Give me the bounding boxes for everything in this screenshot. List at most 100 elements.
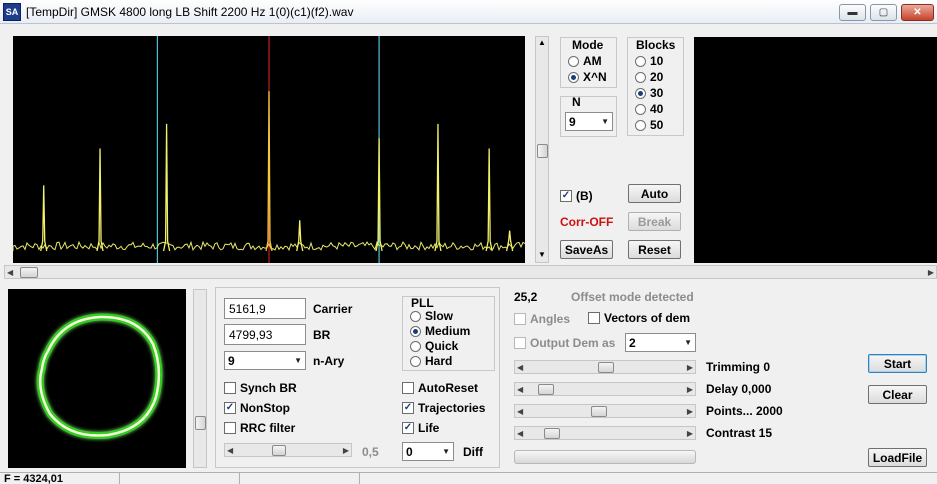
checkbox-checked-icon[interactable]: ✓ [402, 402, 414, 414]
radio-icon[interactable] [410, 355, 421, 367]
minimize-button[interactable]: ▬ [839, 4, 866, 21]
auxiliary-display[interactable] [694, 37, 937, 263]
radio-icon[interactable] [568, 55, 579, 67]
spectrum-scroll-thumb[interactable] [537, 144, 548, 158]
radio-icon[interactable] [635, 103, 646, 115]
pll-option-slow[interactable]: Slow [410, 309, 453, 323]
clear-button[interactable]: Clear [868, 385, 927, 404]
saveas-button[interactable]: SaveAs [560, 240, 613, 259]
contrast-slider[interactable]: ◀ ▶ [514, 426, 696, 440]
scroll-left-arrow-icon[interactable]: ◀ [517, 385, 523, 394]
radio-icon[interactable] [410, 340, 421, 352]
mode-option-xn[interactable]: X^N [568, 70, 607, 84]
radio-icon[interactable] [635, 55, 646, 67]
scroll-right-arrow-icon[interactable]: ▶ [687, 385, 693, 394]
checkbox-icon[interactable] [514, 337, 526, 349]
delay-slider-thumb[interactable] [538, 384, 555, 395]
blocks-option-30[interactable]: 30 [635, 86, 663, 100]
points-slider-thumb[interactable] [590, 406, 607, 417]
pll-option-hard[interactable]: Hard [410, 354, 452, 368]
b-checkbox[interactable]: ✓ (B) [560, 189, 593, 203]
output-dem-select[interactable]: 2 ▼ [625, 333, 696, 352]
scroll-right-arrow-icon[interactable]: ▶ [343, 446, 349, 455]
demodulator-panel: 5161,9 Carrier 4799,93 BR 9 ▼ n-Ary Synch… [215, 287, 500, 468]
scroll-right-arrow-icon[interactable]: ▶ [687, 407, 693, 416]
br-input[interactable]: 4799,93 [224, 324, 306, 345]
checkbox-checked-icon[interactable]: ✓ [560, 190, 572, 202]
scroll-left-arrow-icon[interactable]: ◀ [227, 446, 233, 455]
spectrum-peak [506, 230, 514, 252]
checkbox-icon[interactable] [402, 382, 414, 394]
scroll-right-arrow-icon[interactable]: ▶ [687, 429, 693, 438]
mode-option-am[interactable]: AM [568, 54, 602, 68]
scroll-left-arrow-icon[interactable]: ◀ [517, 363, 523, 372]
blocks-option-40[interactable]: 40 [635, 102, 663, 116]
demod-slider[interactable]: ◀ ▶ [224, 443, 352, 457]
angles-checkbox[interactable]: Angles [514, 312, 570, 326]
diff-select[interactable]: 0 ▼ [402, 442, 454, 461]
maximize-button[interactable]: ▢ [870, 4, 897, 21]
app-icon[interactable]: SA [3, 3, 21, 21]
scroll-right-arrow-icon[interactable]: ▶ [687, 363, 693, 372]
n-title: N [572, 95, 581, 109]
checkbox-icon[interactable] [224, 382, 236, 394]
status-frequency: F = 4324,01 [0, 473, 120, 484]
pll-option-medium[interactable]: Medium [410, 324, 470, 338]
radio-icon[interactable] [410, 310, 421, 322]
reset-button[interactable]: Reset [628, 240, 681, 259]
delay-slider[interactable]: ◀ ▶ [514, 382, 696, 396]
output-dem-checkbox[interactable]: Output Dem as [514, 336, 615, 350]
spectrum-display[interactable] [12, 36, 526, 263]
checkbox-icon[interactable] [588, 312, 600, 324]
close-button[interactable]: ✕ [901, 4, 934, 21]
radio-selected-icon[interactable] [568, 71, 579, 83]
blocks-option-20[interactable]: 20 [635, 70, 663, 84]
trimming-slider-thumb[interactable] [598, 362, 614, 373]
window-title: [TempDir] GMSK 4800 long LB Shift 2200 H… [26, 5, 354, 19]
checkbox-icon[interactable] [224, 422, 236, 434]
scroll-left-arrow-icon[interactable]: ◀ [517, 407, 523, 416]
scroll-left-arrow-icon[interactable]: ◀ [517, 429, 523, 438]
scroll-down-arrow-icon[interactable]: ▼ [538, 250, 546, 259]
checkbox-icon[interactable] [514, 313, 526, 325]
spectrum-vertical-scrollbar[interactable]: ▲ ▼ [535, 36, 549, 263]
main-scroll-thumb[interactable] [20, 267, 38, 278]
checkbox-checked-icon[interactable]: ✓ [224, 402, 236, 414]
carrier-input[interactable]: 5161,9 [224, 298, 306, 319]
break-button[interactable]: Break [628, 212, 681, 231]
checkbox-checked-icon[interactable]: ✓ [402, 422, 414, 434]
trimming-slider[interactable]: ◀ ▶ [514, 360, 696, 374]
nonstop-checkbox[interactable]: ✓ NonStop [224, 401, 290, 415]
radio-icon[interactable] [635, 71, 646, 83]
points-slider[interactable]: ◀ ▶ [514, 404, 696, 418]
pll-option-quick[interactable]: Quick [410, 339, 458, 353]
autoreset-checkbox[interactable]: AutoReset [402, 381, 478, 395]
contrast-slider-thumb[interactable] [544, 428, 561, 439]
constellation-display[interactable] [8, 289, 186, 468]
blocks-option-50[interactable]: 50 [635, 118, 663, 132]
spectrum-graph [12, 36, 526, 263]
n-select[interactable]: 9 ▼ [565, 112, 613, 131]
demod-slider-thumb[interactable] [272, 445, 287, 456]
blocks-option-10[interactable]: 10 [635, 54, 663, 68]
main-horizontal-scrollbar[interactable]: ◀ ▶ [4, 265, 937, 279]
start-button[interactable]: Start [868, 354, 927, 373]
chevron-down-icon: ▼ [294, 356, 302, 365]
auto-button[interactable]: Auto [628, 184, 681, 203]
pll-title: PLL [411, 296, 434, 310]
nary-select[interactable]: 9 ▼ [224, 351, 306, 370]
radio-selected-icon[interactable] [410, 325, 421, 337]
radio-selected-icon[interactable] [635, 87, 646, 99]
scroll-right-arrow-icon[interactable]: ▶ [928, 268, 934, 277]
radio-icon[interactable] [635, 119, 646, 131]
scroll-left-arrow-icon[interactable]: ◀ [7, 268, 13, 277]
constellation-scroll-thumb[interactable] [195, 416, 206, 430]
constellation-vertical-scrollbar[interactable] [193, 289, 207, 468]
trajectories-checkbox[interactable]: ✓ Trajectories [402, 401, 485, 415]
life-checkbox[interactable]: ✓ Life [402, 421, 439, 435]
synch-br-checkbox[interactable]: Synch BR [224, 381, 297, 395]
rrc-filter-checkbox[interactable]: RRC filter [224, 421, 295, 435]
loadfile-button[interactable]: LoadFile [868, 448, 927, 467]
vectors-checkbox[interactable]: Vectors of dem [588, 311, 690, 325]
scroll-up-arrow-icon[interactable]: ▲ [538, 38, 546, 47]
